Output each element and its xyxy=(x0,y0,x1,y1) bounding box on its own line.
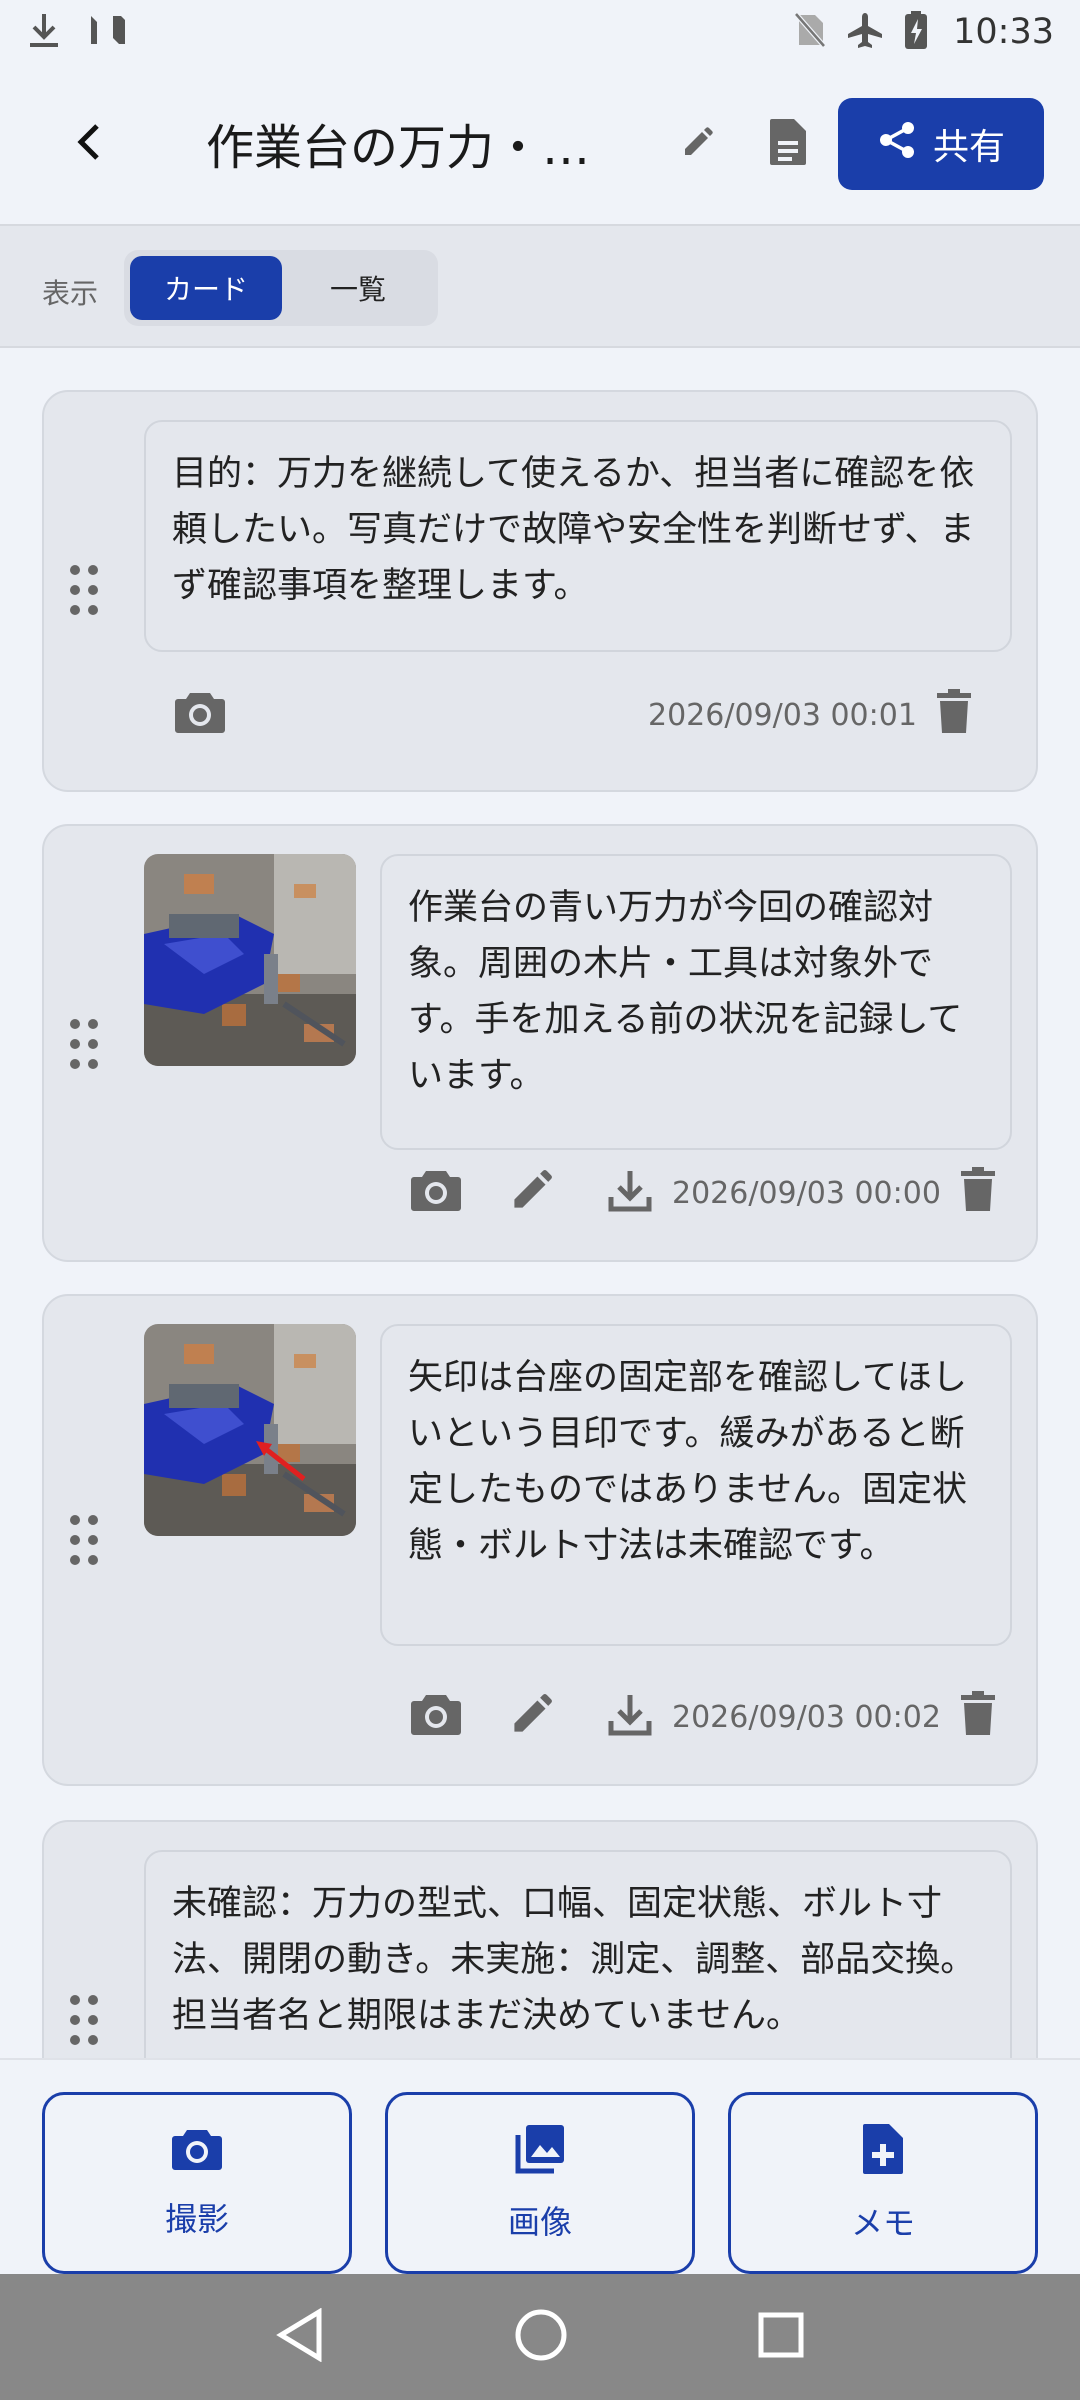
nav-home-icon[interactable] xyxy=(514,2308,568,2366)
vise-photo-thumbnail[interactable] xyxy=(144,854,356,1066)
view-toggle: カード 一覧 xyxy=(124,250,438,326)
delete-button[interactable] xyxy=(948,1162,1008,1222)
timestamp: 2026/09/03 00:01 xyxy=(648,698,917,733)
document-button[interactable] xyxy=(760,114,816,174)
back-button[interactable] xyxy=(60,114,120,174)
memo-text: 未確認：万力の型式、口幅、固定状態、ボルト寸法、開閉の動き。未実施：測定、調整、… xyxy=(144,1850,1012,2058)
app-bar: 作業台の万力・確… 共有 xyxy=(0,64,1080,224)
trash-icon xyxy=(959,1691,997,1741)
annotation-caption: 矢印は台座の固定部を確認してほしいという目印です。緩みがあると断定したものではあ… xyxy=(380,1324,1012,1646)
drag-handle-icon[interactable] xyxy=(66,1992,102,2048)
nav-back-icon[interactable] xyxy=(275,2307,325,2366)
view-toolbar: 表示 カード 一覧 xyxy=(0,224,1080,348)
take-photo-button[interactable]: 撮影 xyxy=(42,2092,352,2274)
no-sim-icon xyxy=(793,11,827,53)
bottom-action-bar: 撮影 画像 メモ xyxy=(0,2058,1080,2274)
camera-icon xyxy=(171,2126,223,2180)
drag-handle-icon[interactable] xyxy=(66,1016,102,1072)
status-bar: 10:33 xyxy=(0,0,1080,64)
photo-card: 作業台の青い万力が今回の確認対象。周囲の木片・工具は対象外です。手を加える前の状… xyxy=(42,824,1038,1262)
pencil-icon xyxy=(509,1167,555,1217)
card-list: 目的：万力を継続して使えるか、担当者に確認を依頼したい。写真だけで故障や安全性を… xyxy=(0,348,1080,2058)
annotated-vise-photo-thumbnail[interactable] xyxy=(144,1324,356,1536)
camera-button[interactable] xyxy=(406,1162,466,1222)
camera-icon xyxy=(174,689,226,739)
status-time: 10:33 xyxy=(953,12,1054,52)
note-add-icon xyxy=(861,2122,905,2184)
download-button[interactable] xyxy=(600,1686,660,1746)
photo-caption: 作業台の青い万力が今回の確認対象。周囲の木片・工具は対象外です。手を加える前の状… xyxy=(380,854,1012,1150)
download-icon xyxy=(607,1691,653,1741)
airplane-mode-icon xyxy=(845,10,885,54)
share-label: 共有 xyxy=(932,127,1005,168)
download-notification-icon xyxy=(26,10,62,54)
pencil-icon xyxy=(509,1691,555,1741)
trash-icon xyxy=(959,1167,997,1217)
add-memo-label: メモ xyxy=(850,2204,915,2242)
nav-recents-icon[interactable] xyxy=(757,2311,805,2363)
camera-button[interactable] xyxy=(406,1686,466,1746)
card-view-button[interactable]: カード xyxy=(130,256,282,320)
annotated-photo-card: 矢印は台座の固定部を確認してほしいという目印です。緩みがあると断定したものではあ… xyxy=(42,1294,1038,1786)
camera-button[interactable] xyxy=(170,684,230,744)
share-button[interactable]: 共有 xyxy=(838,98,1044,190)
timestamp: 2026/09/03 00:02 xyxy=(672,1700,941,1735)
image-library-icon xyxy=(514,2123,566,2183)
list-view-button[interactable]: 一覧 xyxy=(284,256,432,320)
page-title: 作業台の万力・確… xyxy=(206,120,636,176)
document-icon xyxy=(768,117,808,171)
memo-text: 目的：万力を継続して使えるか、担当者に確認を依頼したい。写真だけで故障や安全性を… xyxy=(144,420,1012,652)
drag-handle-icon[interactable] xyxy=(66,1512,102,1568)
memo-card: 目的：万力を継続して使えるか、担当者に確認を依頼したい。写真だけで故障や安全性を… xyxy=(42,390,1038,792)
add-memo-button[interactable]: メモ xyxy=(728,2092,1038,2274)
camera-icon xyxy=(410,1167,462,1217)
take-photo-label: 撮影 xyxy=(164,2200,229,2238)
app-notification-icon xyxy=(88,13,128,51)
download-icon xyxy=(607,1167,653,1217)
delete-button[interactable] xyxy=(924,684,984,744)
pencil-icon xyxy=(681,125,715,163)
chevron-left-icon xyxy=(73,122,107,166)
memo-card: 未確認：万力の型式、口幅、固定状態、ボルト寸法、開閉の動き。未実施：測定、調整、… xyxy=(42,1820,1038,2058)
edit-title-button[interactable] xyxy=(674,120,722,168)
view-label: 表示 xyxy=(42,277,99,310)
download-button[interactable] xyxy=(600,1162,660,1222)
edit-button[interactable] xyxy=(502,1162,562,1222)
share-icon xyxy=(877,120,917,169)
camera-icon xyxy=(410,1691,462,1741)
trash-icon xyxy=(935,689,973,739)
add-image-button[interactable]: 画像 xyxy=(385,2092,695,2274)
system-navigation-bar xyxy=(0,2274,1080,2400)
drag-handle-icon[interactable] xyxy=(66,562,102,618)
battery-charging-icon xyxy=(903,10,929,54)
delete-button[interactable] xyxy=(948,1686,1008,1746)
timestamp: 2026/09/03 00:00 xyxy=(672,1176,941,1211)
add-image-label: 画像 xyxy=(507,2203,572,2241)
edit-button[interactable] xyxy=(502,1686,562,1746)
